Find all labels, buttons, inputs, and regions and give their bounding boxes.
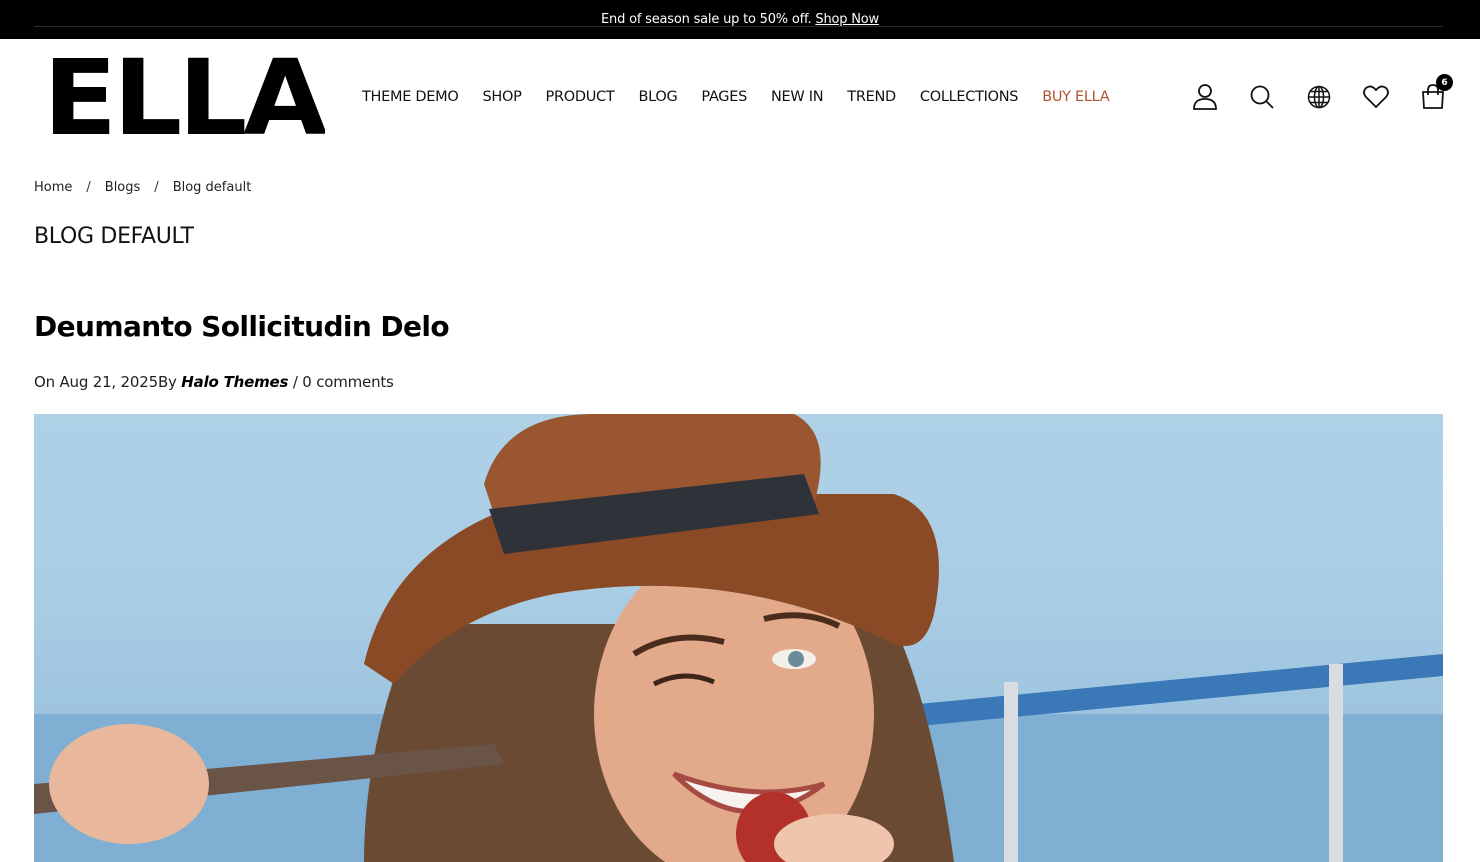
search-icon[interactable] <box>1247 82 1277 112</box>
post-meta: On Aug 21, 2025By Halo Themes / 0 commen… <box>34 373 394 391</box>
user-icon[interactable] <box>1190 82 1220 112</box>
nav-blog[interactable]: BLOG <box>638 89 677 105</box>
logo-text: ELLA <box>43 46 325 138</box>
post-comments[interactable]: 0 comments <box>302 373 394 391</box>
nav-theme-demo[interactable]: THEME DEMO <box>362 89 459 105</box>
announcement-divider <box>34 26 1443 27</box>
breadcrumb-home[interactable]: Home <box>34 180 72 195</box>
post-date: On Aug 21, 2025 <box>34 373 158 391</box>
page-title: BLOG DEFAULT <box>34 224 194 249</box>
announcement-text: End of season sale up to 50% off. <box>601 12 812 27</box>
breadcrumb-blogs[interactable]: Blogs <box>105 180 141 195</box>
shop-now-link[interactable]: Shop Now <box>815 12 879 27</box>
comments-separator: / <box>292 373 298 391</box>
nav-product[interactable]: PRODUCT <box>546 89 615 105</box>
nav-trend[interactable]: TREND <box>847 89 896 105</box>
globe-icon[interactable] <box>1304 82 1334 112</box>
nav-shop[interactable]: SHOP <box>482 89 521 105</box>
nav-collections[interactable]: COLLECTIONS <box>920 89 1019 105</box>
breadcrumb-current: Blog default <box>172 180 252 195</box>
post-featured-image[interactable] <box>34 414 1443 862</box>
nav-new-in[interactable]: NEW IN <box>771 89 824 105</box>
heart-icon[interactable] <box>1361 82 1391 112</box>
breadcrumb-separator: / <box>154 180 159 195</box>
breadcrumb-separator: / <box>86 180 91 195</box>
main-nav: THEME DEMO SHOP PRODUCT BLOG PAGES NEW I… <box>362 86 1110 108</box>
breadcrumb: Home / Blogs / Blog default <box>34 180 251 195</box>
nav-pages[interactable]: PAGES <box>701 89 747 105</box>
ella-logo[interactable]: ELLA <box>43 37 331 159</box>
announcement-bar: End of season sale up to 50% off. Shop N… <box>0 0 1480 39</box>
nav-buy-ella[interactable]: BUY ELLA <box>1042 89 1110 105</box>
cart-count-badge: 6 <box>1436 74 1453 91</box>
post-author[interactable]: Halo Themes <box>181 373 288 391</box>
post-by-label: By <box>157 373 177 391</box>
post-title[interactable]: Deumanto Sollicitudin Delo <box>34 310 450 343</box>
